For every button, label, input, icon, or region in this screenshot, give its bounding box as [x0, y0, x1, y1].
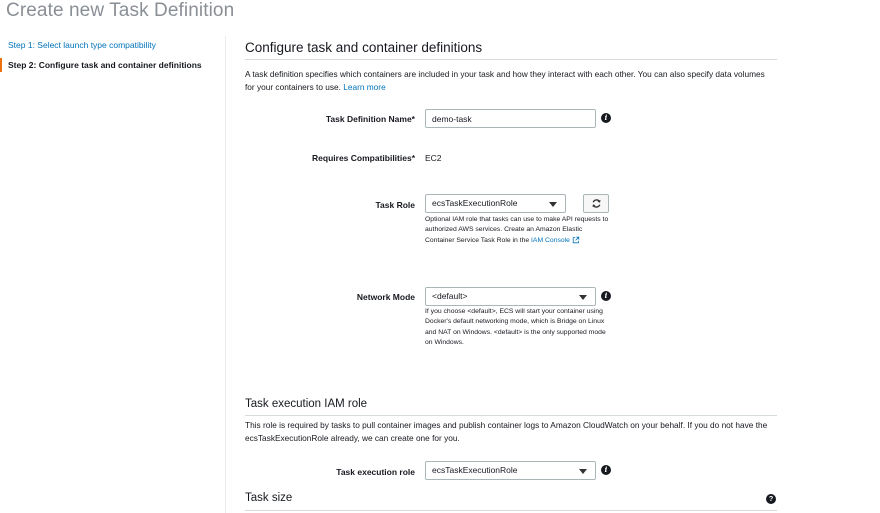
- configure-section-title: Configure task and container definitions: [245, 40, 483, 55]
- configure-description: A task definition specifies which contai…: [245, 69, 765, 92]
- external-link-icon: [572, 236, 580, 244]
- task-size-title: Task size: [245, 492, 293, 504]
- network-mode-label: Network Mode: [356, 292, 415, 302]
- section-divider: [245, 415, 777, 416]
- chevron-down-icon: [579, 295, 587, 300]
- execution-role-section-title: Task execution IAM role: [245, 398, 368, 410]
- network-mode-selected: <default>: [432, 291, 468, 301]
- refresh-button[interactable]: [583, 194, 609, 213]
- page-title: Create new Task Definition: [6, 0, 235, 21]
- info-icon[interactable]: i: [601, 465, 611, 475]
- task-definition-name-input[interactable]: [425, 109, 596, 128]
- execution-role-description: This role is required by tasks to pull c…: [245, 420, 768, 443]
- requires-compatibilities-value: EC2: [425, 153, 442, 163]
- step-2-current: Step 2: Configure task and container def…: [0, 58, 202, 72]
- iam-console-link[interactable]: IAM Console: [531, 237, 580, 244]
- task-execution-role-selected: ecsTaskExecutionRole: [432, 465, 518, 475]
- chevron-down-icon: [579, 469, 587, 474]
- task-role-label: Task Role: [375, 200, 415, 210]
- section-divider: [245, 59, 777, 60]
- task-definition-name-label: Task Definition Name*: [325, 114, 415, 124]
- task-role-help: Optional IAM role that tasks can use to …: [425, 216, 609, 244]
- section-divider: [245, 510, 777, 511]
- step-1-link[interactable]: Step 1: Select launch type compatibility: [8, 40, 156, 50]
- info-icon[interactable]: i: [601, 113, 611, 123]
- task-execution-role-select[interactable]: ecsTaskExecutionRole: [425, 461, 596, 480]
- info-icon[interactable]: i: [601, 291, 611, 301]
- learn-more-link[interactable]: Learn more: [343, 82, 385, 92]
- task-role-selected: ecsTaskExecutionRole: [432, 198, 518, 208]
- task-execution-role-label: Task execution role: [336, 467, 415, 477]
- network-mode-select[interactable]: <default>: [425, 287, 596, 306]
- refresh-icon: [591, 199, 601, 208]
- network-mode-help: If you choose <default>, ECS will start …: [425, 308, 606, 347]
- vertical-divider: [225, 36, 226, 513]
- chevron-down-icon: [549, 202, 557, 207]
- requires-compatibilities-label: Requires Compatibilities*: [312, 153, 415, 163]
- help-icon[interactable]: ?: [766, 494, 776, 504]
- task-role-select[interactable]: ecsTaskExecutionRole: [425, 194, 566, 213]
